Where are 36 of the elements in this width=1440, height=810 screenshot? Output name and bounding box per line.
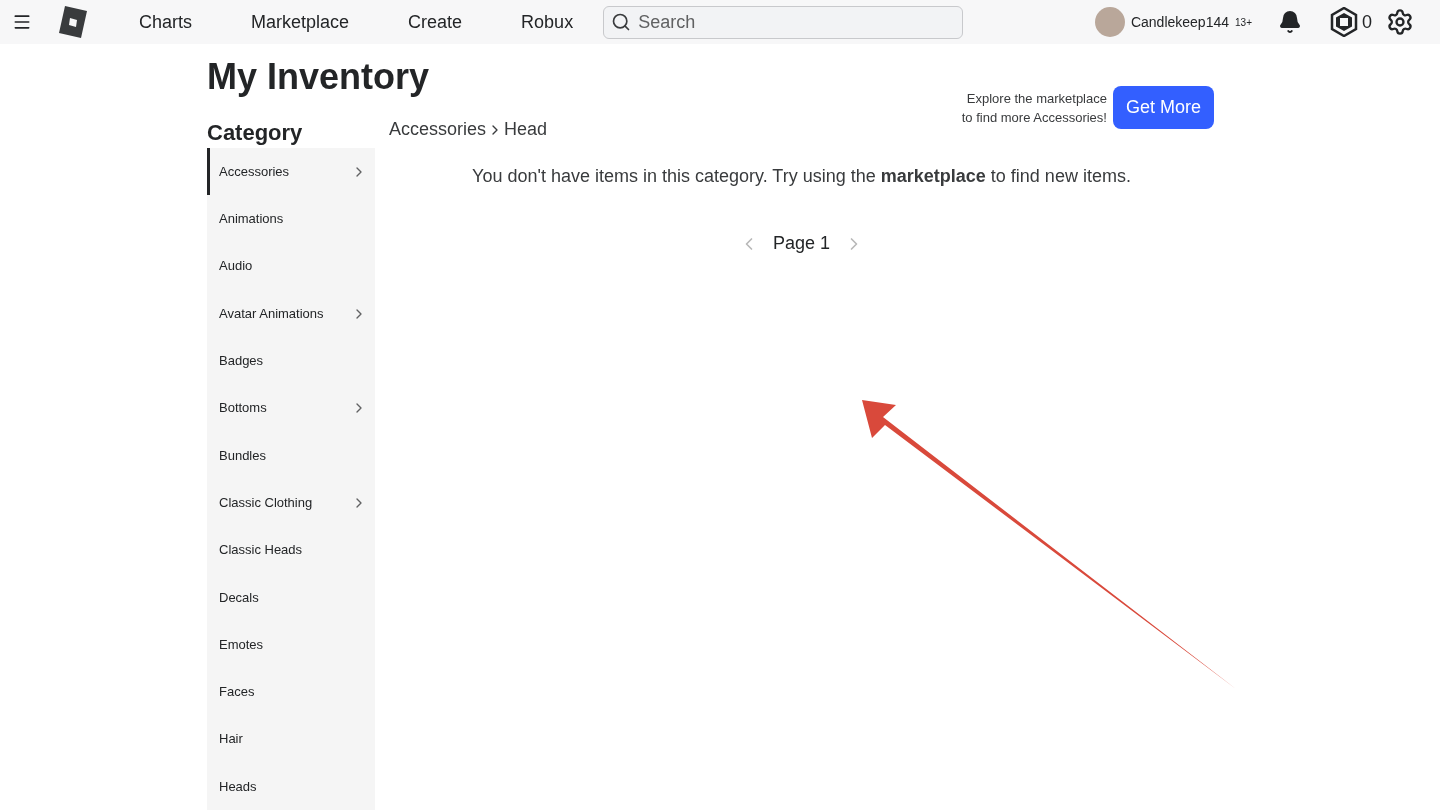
category-item[interactable]: Avatar Animations (207, 289, 375, 338)
robux-balance: 0 (1362, 10, 1372, 34)
category-item[interactable]: Emotes (207, 620, 375, 669)
nav-link[interactable]: Create (391, 8, 480, 36)
category-item[interactable]: Decals (207, 573, 375, 621)
category-item[interactable]: Audio (207, 242, 375, 290)
notification-bell-icon[interactable] (1278, 10, 1302, 34)
nav-link[interactable]: Robux (504, 8, 591, 36)
category-item[interactable]: Classic Heads (207, 526, 375, 574)
category-item[interactable]: Bundles (207, 431, 375, 480)
category-item[interactable]: Bottoms (207, 384, 375, 432)
settings-icon[interactable] (1386, 8, 1414, 36)
robux-icon[interactable] (1330, 7, 1358, 37)
promo-text: Explore the marketplace to find more Accessories! (961, 89, 1107, 127)
menu-icon[interactable] (12, 12, 32, 32)
search-field[interactable]: Search (603, 5, 964, 39)
page-title: My Inventory (207, 55, 430, 99)
page-indicator: Page 1 (772, 232, 831, 255)
logo-icon[interactable] (58, 5, 88, 39)
empty-message: You don't have items in this category. Try using the marketplace to find new items. (471, 165, 1132, 188)
username[interactable]: Candlekeep144 (1130, 11, 1229, 33)
breadcrumb-current: Head (504, 118, 548, 141)
age-rating-label: 13+ (1235, 15, 1252, 30)
category-item[interactable]: Faces (207, 668, 375, 716)
get-more-button[interactable]: Get More (1112, 86, 1214, 129)
nav-link[interactable]: Charts (122, 8, 209, 36)
category-item[interactable]: Hair (207, 715, 375, 763)
nav-link[interactable]: Marketplace (234, 8, 367, 36)
category-item[interactable]: Badges (207, 337, 375, 385)
breadcrumb-link[interactable]: Accessories (389, 116, 487, 143)
search-icon (611, 11, 632, 32)
category-item[interactable]: Animations (207, 195, 375, 243)
category-item[interactable]: Accessories (207, 148, 375, 196)
category-item[interactable]: Classic Clothing (207, 479, 375, 527)
category-heading: Category (207, 119, 304, 147)
category-item[interactable]: Heads (207, 762, 375, 810)
